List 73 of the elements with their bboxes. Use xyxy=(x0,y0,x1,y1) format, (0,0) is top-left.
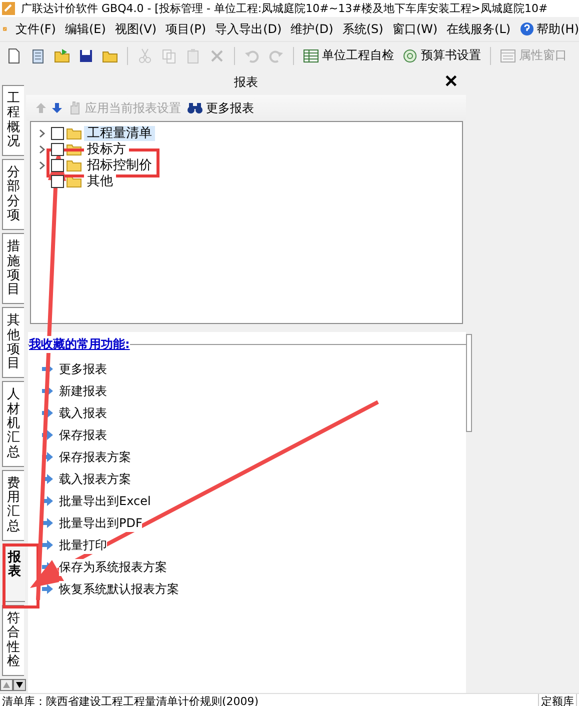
side-tab[interactable]: 工程概况 xyxy=(2,85,24,156)
arrow-icon xyxy=(42,408,53,418)
binoculars-icon xyxy=(187,101,203,115)
down-arrow-icon xyxy=(16,682,23,688)
folder-icon xyxy=(66,174,82,188)
up-arrow-icon xyxy=(3,682,10,688)
menu-item[interactable]: 项目(P) xyxy=(166,18,206,40)
menu-item[interactable]: 窗口(W) xyxy=(392,18,438,40)
tree-item[interactable]: 投标方 xyxy=(84,142,129,156)
arrow-icon xyxy=(42,540,53,550)
menu-item[interactable]: 视图(V) xyxy=(114,18,156,40)
open-folder-icon xyxy=(54,48,70,64)
checkbox[interactable] xyxy=(51,126,64,140)
cut-icon xyxy=(137,48,153,64)
side-tab[interactable]: 人材机汇总 xyxy=(2,381,24,467)
menu-item[interactable]: 文件(F) xyxy=(16,18,56,40)
tree-item[interactable]: 工程量清单 xyxy=(84,126,155,140)
menu-item[interactable]: 帮助(H) xyxy=(520,18,579,40)
menu-item[interactable]: 导入导出(D) xyxy=(215,18,282,40)
arrow-icon xyxy=(42,584,53,594)
favorite-link[interactable]: 载入报表 xyxy=(42,405,466,421)
close-button[interactable]: ✕ xyxy=(444,72,458,92)
arrow-icon xyxy=(42,386,53,396)
side-tab[interactable]: 符合性检 xyxy=(2,604,24,676)
table-icon xyxy=(303,48,319,64)
favorite-link[interactable]: 批量导出到Excel xyxy=(42,493,466,509)
highlight-box xyxy=(2,544,40,608)
favorite-link[interactable]: 批量打印 xyxy=(42,537,466,553)
side-tab[interactable]: 分部分项 xyxy=(2,159,24,230)
new-document-icon xyxy=(6,48,22,64)
scroll-up-button[interactable] xyxy=(0,679,13,692)
paste-icon xyxy=(185,48,201,64)
favorite-link[interactable]: 批量导出到PDF xyxy=(42,515,466,531)
folder-icon xyxy=(66,126,82,140)
arrow-icon xyxy=(42,496,53,506)
folder-icon xyxy=(66,158,82,172)
scrollbar[interactable] xyxy=(466,334,472,432)
toolbar-button[interactable]: 单位工程自检 xyxy=(301,47,396,64)
arrow-icon xyxy=(42,430,53,440)
tree-item[interactable]: 其他 xyxy=(84,174,116,188)
favorite-link[interactable]: 保存报表 xyxy=(42,427,466,443)
document-icon xyxy=(30,48,46,64)
favorite-link[interactable]: 恢复系统默认报表方案 xyxy=(42,581,466,597)
arrow-icon xyxy=(42,518,53,528)
delete-icon xyxy=(209,48,225,64)
gear-icon xyxy=(402,48,418,64)
window-title: 广联达计价软件 GBQ4.0 - [投标管理 - 单位工程:凤城庭院10#~13#楼及地下车库安装工程>凤城庭院10# xyxy=(21,2,548,16)
move-down-icon[interactable] xyxy=(52,103,62,113)
side-tab[interactable]: 费用汇总 xyxy=(2,470,24,541)
menu-item[interactable]: 编辑(E) xyxy=(64,18,106,40)
arrow-icon xyxy=(42,474,53,484)
panel-tool-button[interactable]: 更多报表 xyxy=(187,100,254,116)
favorites-title: 我收藏的常用功能: xyxy=(29,336,130,353)
copy-icon xyxy=(161,48,177,64)
help-icon xyxy=(520,22,534,36)
menu-item[interactable]: 在线服务(L) xyxy=(446,18,511,40)
favorite-link[interactable]: 新建报表 xyxy=(42,383,466,399)
checkbox[interactable] xyxy=(51,142,64,156)
scroll-down-button[interactable] xyxy=(13,679,26,692)
save-icon xyxy=(78,48,94,64)
hand-icon xyxy=(68,101,82,115)
side-tab[interactable]: 其他项目 xyxy=(2,307,24,378)
side-tab[interactable]: 措施项目 xyxy=(2,233,24,304)
menu-item[interactable]: 系统(S) xyxy=(342,18,384,40)
toolbar-button[interactable]: 预算书设置 xyxy=(400,47,483,64)
favorite-link[interactable]: 保存为系统报表方案 xyxy=(42,559,466,575)
menu-item[interactable]: 维护(D) xyxy=(290,18,334,40)
favorite-link[interactable]: 载入报表方案 xyxy=(42,471,466,487)
panel-title: 报表 xyxy=(234,74,258,90)
checkbox[interactable] xyxy=(51,158,64,172)
window-icon xyxy=(500,48,516,64)
checkbox[interactable] xyxy=(51,174,64,188)
favorite-link[interactable]: 保存报表方案 xyxy=(42,449,466,465)
